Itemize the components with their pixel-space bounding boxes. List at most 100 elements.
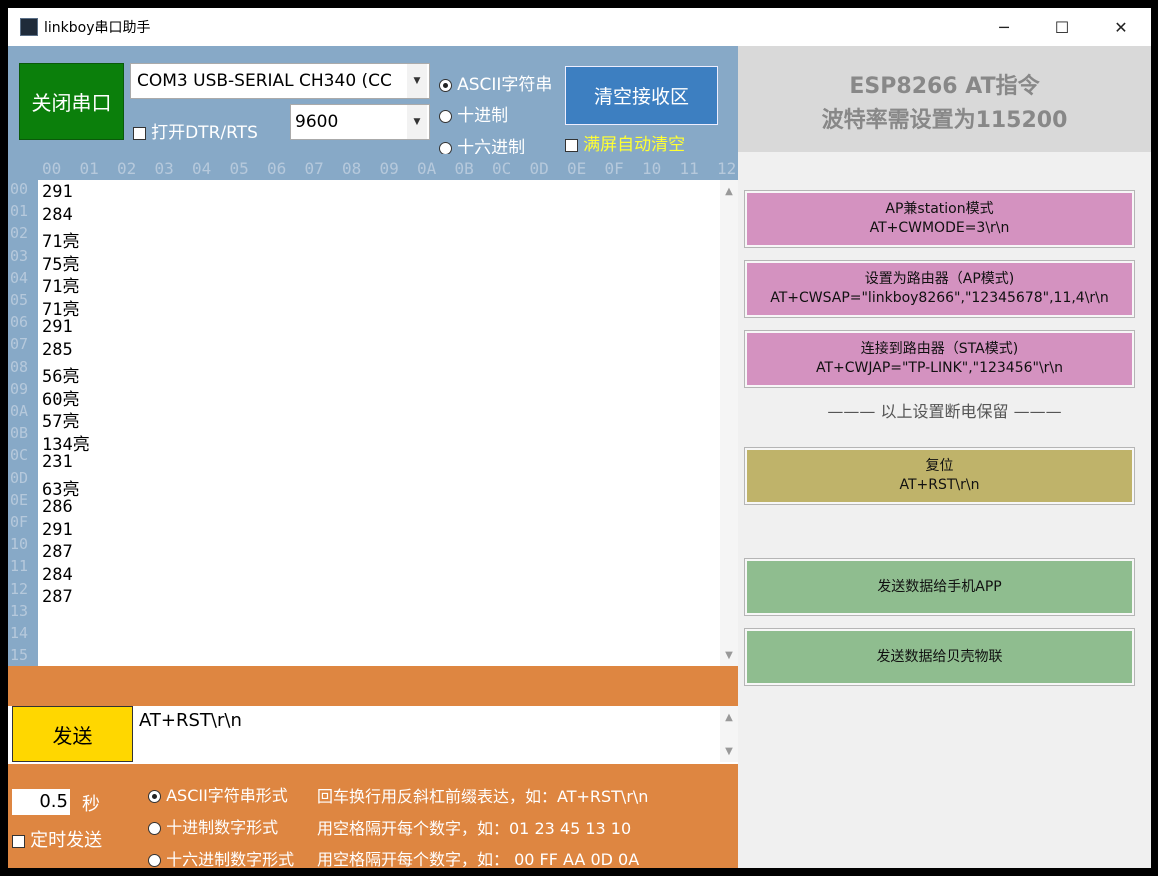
dtr-rts-label: 打开DTR/RTS [151, 123, 258, 143]
cmd-text: AT+CWJAP="TP-LINK","123456"\r\n [815, 360, 1064, 376]
display-decimal-radio[interactable]: 十进制 [439, 101, 508, 126]
window-title: linkboy串口助手 [44, 20, 151, 36]
column-number: 06 [267, 159, 287, 178]
row-number: 0C [10, 446, 29, 465]
column-number: 12 [717, 159, 737, 178]
column-number: 01 [79, 159, 99, 178]
radio-icon[interactable] [439, 110, 452, 123]
column-number: 10 [642, 159, 662, 178]
cmd-title: 复位 [925, 458, 954, 474]
send-button[interactable]: 发送 [12, 706, 133, 762]
title-bar: linkboy串口助手 ─ ☐ ✕ [8, 8, 1151, 46]
row-number: 02 [10, 224, 29, 243]
column-number: 0D [529, 159, 549, 178]
port-value: COM3 USB-SERIAL CH340 (CC [137, 71, 392, 91]
row-number: 12 [10, 579, 29, 598]
row-number: 01 [10, 202, 29, 221]
received-line: 60亮 [42, 389, 80, 410]
cmd-text: AT+CWMODE=3\r\n [869, 220, 1010, 236]
chevron-down-icon[interactable]: ▼ [407, 105, 427, 139]
received-line: 287 [42, 587, 73, 607]
chevron-down-icon[interactable]: ▼ [407, 64, 427, 98]
close-button[interactable]: ✕ [1092, 8, 1150, 46]
row-number: 04 [10, 268, 29, 287]
received-line: 291 [42, 182, 73, 202]
receive-area[interactable]: ▲ ▼ 291 284 71亮 75亮 71亮 71亮 291 285 56亮 60亮 57亮 134… [38, 180, 738, 666]
close-port-button[interactable]: 关闭串口 [19, 63, 124, 140]
row-number: 14 [10, 624, 29, 642]
checkbox-icon[interactable] [565, 139, 578, 152]
receive-scrollbar[interactable]: ▲ ▼ [720, 180, 738, 666]
send-input[interactable]: AT+RST\r\n ▲ ▼ [136, 706, 738, 762]
radio-icon[interactable] [148, 822, 161, 835]
maximize-button[interactable]: ☐ [1033, 8, 1091, 46]
timed-send-checkbox[interactable]: 定时发送 [12, 826, 102, 852]
clear-receive-button[interactable]: 清空接收区 [565, 66, 718, 125]
send-to-bigiot-button[interactable]: 发送数据给贝壳物联 [744, 628, 1135, 686]
received-line: 286 [42, 497, 73, 517]
autoclear-label: 满屏自动清空 [583, 135, 686, 155]
cmd-reset-button[interactable]: 复位 AT+RST\r\n [744, 447, 1135, 505]
received-line: 57亮 [42, 412, 80, 432]
scroll-down-icon[interactable]: ▼ [720, 742, 738, 760]
format-decimal-radio[interactable]: 十进制数字形式 [148, 814, 278, 838]
cmd-ap-mode-button[interactable]: 设置为路由器（AP模式) AT+CWSAP="linkboy8266","123… [744, 260, 1135, 318]
port-select[interactable]: COM3 USB-SERIAL CH340 (CC ▼ [130, 63, 430, 99]
cmd-title: 设置为路由器（AP模式) [864, 271, 1015, 287]
received-line: 287 [42, 542, 73, 562]
row-gutter: 00 01 02 03 04 05 06 07 08 09 0A 0B 0C 0D 0E 0F 10 11 12 13… [8, 180, 38, 666]
scroll-down-icon[interactable]: ▼ [720, 646, 738, 664]
row-number: 15 [10, 646, 29, 665]
checkbox-icon[interactable] [133, 127, 146, 140]
column-number: 0C [492, 159, 512, 178]
baud-value: 9600 [295, 112, 339, 132]
column-number: 03 [154, 159, 174, 178]
cmd-sta-mode-button[interactable]: 连接到路由器（STA模式) AT+CWJAP="TP-LINK","123456… [744, 330, 1135, 388]
received-line: 56亮 [42, 367, 80, 387]
cmd-title: 发送数据给手机APP [877, 578, 1002, 595]
received-line: 291 [42, 519, 73, 540]
display-decimal-label: 十进制 [457, 106, 509, 126]
cmd-title: AP兼station模式 [885, 201, 994, 217]
row-number: 00 [10, 180, 29, 198]
interval-unit: 秒 [82, 794, 100, 815]
radio-icon[interactable] [439, 79, 452, 92]
checkbox-icon[interactable] [12, 835, 25, 848]
cmd-title: 发送数据给贝壳物联 [876, 648, 1003, 665]
received-line: 71亮 [42, 299, 80, 320]
timed-send-label: 定时发送 [30, 830, 103, 851]
interval-input[interactable]: 0.5 [12, 789, 70, 815]
column-number: 07 [304, 159, 324, 178]
row-number: 0D [10, 468, 29, 487]
row-number: 08 [10, 357, 29, 376]
send-scrollbar[interactable]: ▲ ▼ [720, 706, 738, 762]
row-number: 11 [10, 557, 29, 576]
received-line: 284 [42, 564, 73, 585]
format-ascii-radio[interactable]: ASCII字符串形式 [148, 782, 288, 806]
scroll-up-icon[interactable]: ▲ [720, 182, 738, 200]
radio-icon[interactable] [148, 854, 161, 867]
column-number: 0B [454, 159, 474, 178]
cmd-title: 连接到路由器（STA模式) [860, 341, 1019, 357]
row-number: 05 [10, 291, 29, 309]
send-to-app-button[interactable]: 发送数据给手机APP [744, 558, 1135, 616]
separator-band [8, 666, 738, 706]
row-number: 03 [10, 246, 29, 265]
format-hex-radio[interactable]: 十六进制数字形式 [148, 846, 294, 868]
received-line: 63亮 [42, 479, 80, 500]
column-number: 05 [229, 159, 249, 178]
baud-select[interactable]: 9600 ▼ [290, 104, 430, 140]
cmd-ap-station-button[interactable]: AP兼station模式 AT+CWMODE=3\r\n [744, 190, 1135, 248]
autoclear-checkbox[interactable]: 满屏自动清空 [565, 130, 685, 155]
at-command-panel: ESP8266 AT指令 波特率需设置为115200 AP兼station模式 … [738, 46, 1151, 868]
received-line: 291 [42, 317, 73, 337]
dtr-rts-checkbox[interactable]: 打开DTR/RTS [133, 118, 258, 143]
column-number: 04 [192, 159, 212, 178]
received-line: 71亮 [42, 232, 80, 252]
scroll-up-icon[interactable]: ▲ [720, 708, 738, 726]
radio-icon[interactable] [148, 790, 161, 803]
display-ascii-radio[interactable]: ASCII字符串 [439, 70, 552, 95]
row-number: 10 [10, 535, 29, 554]
at-panel-header: ESP8266 AT指令 波特率需设置为115200 [738, 46, 1151, 152]
minimize-button[interactable]: ─ [975, 8, 1033, 46]
